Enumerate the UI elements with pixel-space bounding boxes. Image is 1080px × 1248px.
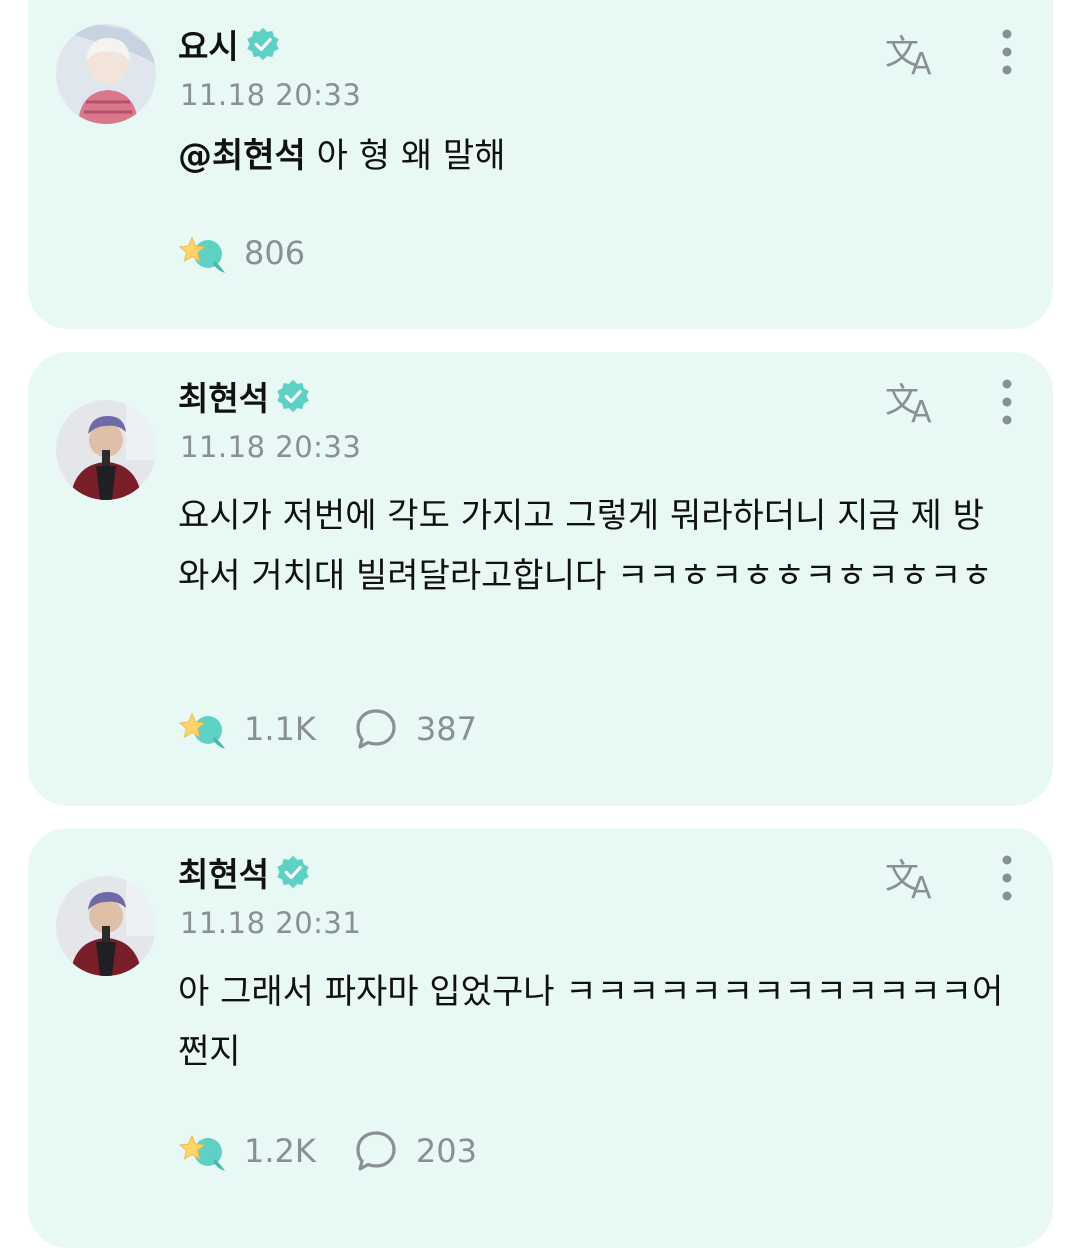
verified-badge-icon [275, 854, 311, 890]
like-button[interactable]: 806 [178, 230, 305, 276]
post-body: 아 그래서 파자마 입었구나 ㅋㅋㅋㅋㅋㅋㅋㅋㅋㅋㅋㅋㅋ어쩐지 [178, 962, 1008, 1082]
post-stats: 1.2K 203 [178, 1126, 515, 1176]
like-button[interactable]: 1.2K [178, 1128, 316, 1174]
more-vertical-icon[interactable] [997, 28, 1017, 76]
comment-button[interactable]: 387 [354, 707, 477, 751]
star-bubble-like-icon [178, 230, 230, 276]
post-text: 아 형 왜 말해 [305, 136, 506, 176]
post-card[interactable]: 최현석 11.18 20:31 아 그래서 파자마 입었구나 ㅋㅋㅋㅋㅋㅋㅋㅋㅋ… [28, 828, 1053, 1248]
like-count: 806 [244, 234, 306, 272]
translate-icon[interactable] [883, 28, 941, 78]
post-card[interactable]: 최현석 11.18 20:33 요시가 저번에 각도 가지고 그렇게 뭐라하더니… [28, 352, 1053, 806]
post-card[interactable]: 요시 11.18 20:33 @최현석 아 형 왜 말해 806 [28, 0, 1053, 329]
comment-button[interactable]: 203 [354, 1129, 477, 1173]
author-row: 요시 [178, 24, 281, 66]
like-count: 1.1K [244, 710, 316, 748]
author-name[interactable]: 최현석 [178, 372, 269, 420]
translate-icon[interactable] [883, 376, 941, 426]
post-stats: 806 [178, 228, 343, 278]
mention-link[interactable]: @최현석 [178, 136, 306, 176]
author-name[interactable]: 요시 [178, 20, 239, 68]
comment-bubble-icon [354, 707, 398, 751]
avatar[interactable] [56, 24, 156, 124]
verified-badge-icon [245, 26, 281, 62]
author-row: 최현석 [178, 852, 311, 894]
like-count: 1.2K [244, 1132, 316, 1170]
post-text: 아 그래서 파자마 입었구나 ㅋㅋㅋㅋㅋㅋㅋㅋㅋㅋㅋㅋㅋ어쩐지 [178, 972, 1004, 1072]
like-button[interactable]: 1.1K [178, 706, 316, 752]
author-name[interactable]: 최현석 [178, 848, 269, 896]
star-bubble-like-icon [178, 1128, 230, 1174]
comment-count: 387 [415, 710, 477, 748]
avatar[interactable] [56, 876, 156, 976]
avatar[interactable] [56, 400, 156, 500]
author-row: 최현석 [178, 376, 311, 418]
post-text: 요시가 저번에 각도 가지고 그렇게 뭐라하더니 지금 제 방와서 거치대 빌려… [178, 496, 993, 596]
comment-count: 203 [415, 1132, 477, 1170]
post-time: 11.18 20:31 [180, 906, 362, 940]
post-time: 11.18 20:33 [180, 78, 362, 112]
more-vertical-icon[interactable] [997, 854, 1017, 902]
post-body: @최현석 아 형 왜 말해 [178, 126, 1008, 186]
verified-badge-icon [275, 378, 311, 414]
translate-icon[interactable] [883, 852, 941, 902]
star-bubble-like-icon [178, 706, 230, 752]
post-body: 요시가 저번에 각도 가지고 그렇게 뭐라하더니 지금 제 방와서 거치대 빌려… [178, 486, 1008, 606]
more-vertical-icon[interactable] [997, 378, 1017, 426]
post-time: 11.18 20:33 [180, 430, 362, 464]
post-stats: 1.1K 387 [178, 704, 515, 754]
comment-bubble-icon [354, 1129, 398, 1173]
